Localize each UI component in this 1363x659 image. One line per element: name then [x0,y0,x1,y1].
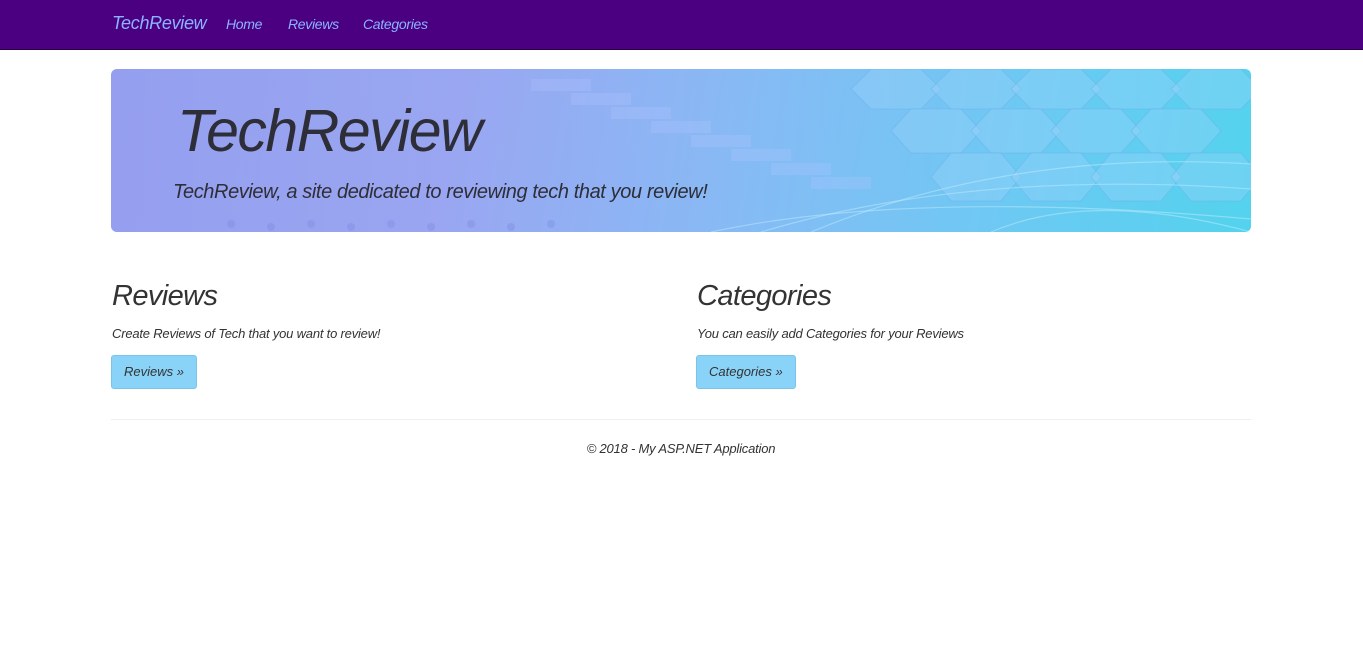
nav-link-categories[interactable]: Categories [363,16,428,32]
reviews-button[interactable]: Reviews » [111,355,197,389]
hero-title: TechReview [177,98,483,164]
categories-description: You can easily add Categories for your R… [697,326,964,341]
categories-button[interactable]: Categories » [696,355,796,389]
reviews-section: Reviews Create Reviews of Tech that you … [111,280,652,389]
hero-lead-text: TechReview, a site dedicated to reviewin… [173,181,708,203]
nav-link-home[interactable]: Home [226,16,262,32]
hero-banner: TechReview TechReview, a site dedicated … [111,69,1251,232]
categories-section: Categories You can easily add Categories… [696,280,1237,389]
top-navbar: TechReview Home Reviews Categories [0,0,1363,50]
footer-divider [111,419,1251,420]
footer-copyright: © 2018 - My ASP.NET Application [586,441,776,456]
reviews-description: Create Reviews of Tech that you want to … [112,326,381,341]
brand-link[interactable]: TechReview [112,13,207,34]
reviews-heading: Reviews [112,280,218,312]
nav-link-reviews[interactable]: Reviews [288,16,339,32]
categories-heading: Categories [697,280,832,312]
